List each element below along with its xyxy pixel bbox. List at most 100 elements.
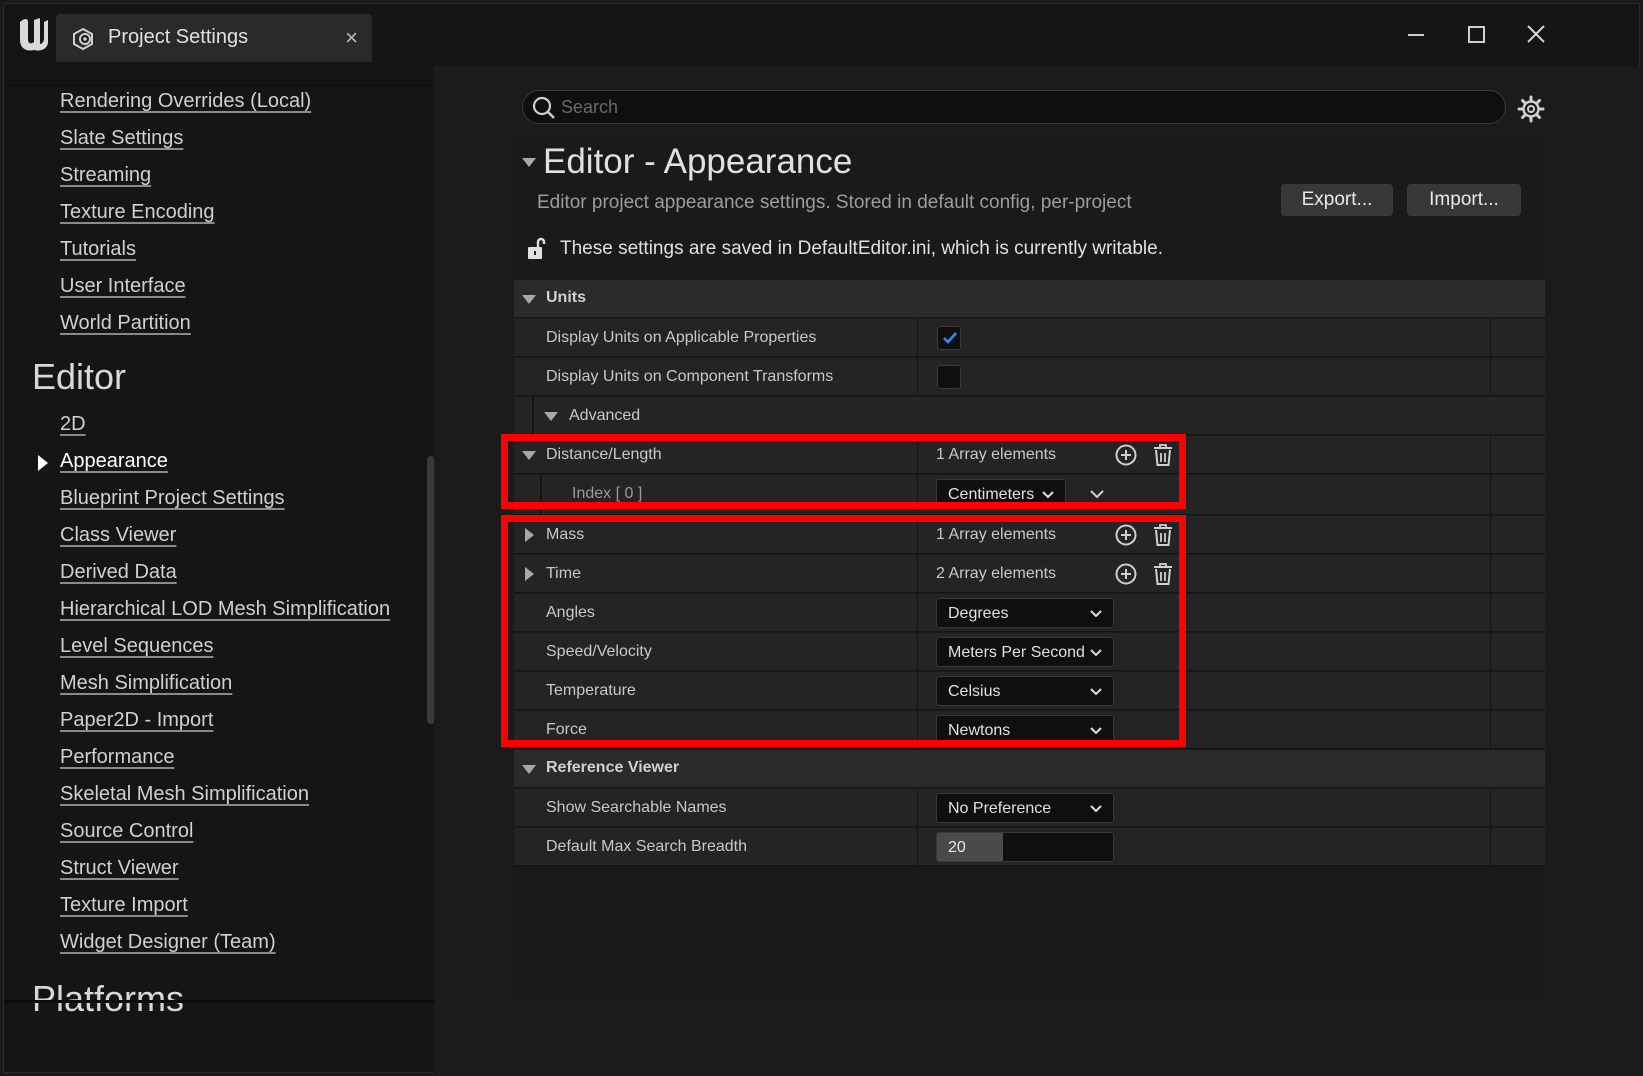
details-panel: Editor - Appearance Editor project appea… — [476, 66, 1641, 1074]
sidebar-item-appearance[interactable]: Appearance — [60, 450, 168, 473]
property-row-angles: Angles Degrees — [514, 594, 1545, 632]
chevron-down-icon[interactable] — [522, 295, 536, 304]
chevron-right-icon[interactable] — [525, 567, 534, 581]
search-input[interactable] — [561, 91, 1491, 123]
category-units[interactable]: Units — [514, 280, 1545, 318]
show-searchable-names-dropdown[interactable]: No Preference — [936, 793, 1114, 823]
force-dropdown[interactable]: Newtons — [936, 715, 1114, 745]
splitter[interactable] — [434, 66, 476, 1074]
property-row-time: Time 2 Array elements — [514, 555, 1545, 593]
add-element-icon[interactable] — [1114, 443, 1138, 467]
dropdown-value: Newtons — [948, 722, 1011, 739]
trash-icon[interactable] — [1151, 443, 1175, 467]
sidebar-item-texture-encoding[interactable]: Texture Encoding — [60, 201, 215, 224]
sidebar-section-platforms: Platforms — [32, 978, 185, 1019]
chevron-down-icon[interactable] — [522, 765, 536, 774]
sidebar-item-mesh-simplification[interactable]: Mesh Simplification — [60, 672, 232, 695]
angles-dropdown[interactable]: Degrees — [936, 598, 1114, 628]
sidebar-item-performance[interactable]: Performance — [60, 746, 175, 769]
chevron-right-icon[interactable] — [525, 528, 534, 542]
chevron-down-icon — [1090, 610, 1102, 618]
sidebar-item-class-viewer[interactable]: Class Viewer — [60, 524, 176, 547]
import-button[interactable]: Import... — [1407, 184, 1521, 216]
minimize-button[interactable] — [1396, 18, 1436, 52]
property-label: Display Units on Applicable Properties — [546, 329, 817, 346]
property-label: Display Units on Component Transforms — [546, 368, 834, 385]
sidebar-item-paper2d-import[interactable]: Paper2D - Import — [60, 709, 213, 732]
gear-icon[interactable] — [1516, 94, 1546, 124]
maximize-button[interactable] — [1456, 18, 1496, 52]
array-count: 2 Array elements — [936, 565, 1057, 582]
sidebar-item-blueprint-project-settings[interactable]: Blueprint Project Settings — [60, 487, 285, 510]
display-units-applicable-checkbox[interactable] — [937, 326, 961, 350]
page-title: Editor - Appearance — [543, 142, 853, 181]
sidebar-item-widget-designer-team[interactable]: Widget Designer (Team) — [60, 931, 276, 954]
project-settings-window: Project Settings × Rendering Overrides (… — [3, 3, 1641, 1074]
temperature-dropdown[interactable]: Celsius — [936, 676, 1114, 706]
sidebar-item-streaming[interactable]: Streaming — [60, 164, 151, 187]
display-units-transforms-checkbox[interactable] — [937, 365, 961, 389]
max-search-breadth-spinbox[interactable]: 20 — [936, 832, 1114, 862]
sidebar-item-level-sequences[interactable]: Level Sequences — [60, 635, 213, 658]
category-label: Reference Viewer — [546, 759, 680, 776]
property-label: Temperature — [546, 682, 636, 699]
chevron-down-icon[interactable] — [544, 412, 558, 421]
property-row-mass: Mass 1 Array elements — [514, 516, 1545, 554]
distance-unit-dropdown[interactable]: Centimeters — [936, 479, 1066, 509]
element-options-chevron-icon[interactable] — [1089, 486, 1105, 502]
property-label: Time — [546, 565, 581, 582]
dropdown-value: Centimeters — [948, 486, 1035, 503]
sidebar-item-rendering-overrides[interactable]: Rendering Overrides (Local) — [60, 90, 311, 113]
advanced-row[interactable]: Advanced — [514, 397, 1545, 435]
chevron-down-icon — [1090, 649, 1102, 657]
sidebar-item-source-control[interactable]: Source Control — [60, 820, 193, 843]
search-box[interactable] — [522, 90, 1506, 124]
sidebar-item-2d[interactable]: 2D — [60, 413, 86, 436]
property-row-index-0: Index [ 0 ] Centimeters — [514, 475, 1545, 515]
sidebar-item-skeletal-mesh-simplification[interactable]: Skeletal Mesh Simplification — [60, 783, 309, 806]
sidebar-item-user-interface[interactable]: User Interface — [60, 275, 186, 298]
sidebar-item-slate-settings[interactable]: Slate Settings — [60, 127, 183, 150]
sidebar-item-texture-import[interactable]: Texture Import — [60, 894, 188, 917]
unlocked-icon — [526, 236, 550, 262]
property-label: Default Max Search Breadth — [546, 838, 747, 855]
config-writable-note: These settings are saved in DefaultEdito… — [560, 238, 1163, 259]
category-label: Units — [546, 289, 586, 306]
property-label: Speed/Velocity — [546, 643, 652, 660]
property-row-force: Force Newtons — [514, 711, 1545, 749]
property-label: Force — [546, 721, 587, 738]
settings-sidebar: Rendering Overrides (Local) Slate Settin… — [4, 84, 434, 1052]
tab-close-button[interactable]: × — [345, 25, 358, 51]
checkmark-icon — [943, 332, 957, 344]
chevron-down-icon — [1090, 727, 1102, 735]
sidebar-item-tutorials[interactable]: Tutorials — [60, 238, 136, 261]
tab-project-settings[interactable]: Project Settings × — [56, 14, 372, 62]
sidebar-item-derived-data[interactable]: Derived Data — [60, 561, 177, 584]
add-element-icon[interactable] — [1114, 523, 1138, 547]
settings-cube-icon — [70, 26, 96, 52]
title-bar: Project Settings × — [4, 4, 1639, 66]
close-window-button[interactable] — [1516, 18, 1556, 52]
property-label: Angles — [546, 604, 595, 621]
property-row-default-max-search-breadth: Default Max Search Breadth 20 — [514, 828, 1545, 866]
category-reference-viewer[interactable]: Reference Viewer — [514, 750, 1545, 788]
property-row-temperature: Temperature Celsius — [514, 672, 1545, 710]
sidebar-section-editor: Editor — [32, 356, 127, 397]
sidebar-item-hlod-mesh-simplification[interactable]: Hierarchical LOD Mesh Simplification — [60, 598, 390, 621]
speed-velocity-dropdown[interactable]: Meters Per Second — [936, 637, 1114, 667]
add-element-icon[interactable] — [1114, 562, 1138, 586]
export-button[interactable]: Export... — [1281, 184, 1393, 216]
collapse-page-icon[interactable] — [522, 158, 536, 167]
property-label: Show Searchable Names — [546, 799, 727, 816]
property-label: Mass — [546, 526, 585, 543]
chevron-down-icon[interactable] — [522, 451, 536, 460]
trash-icon[interactable] — [1151, 562, 1175, 586]
property-row-distance-length: Distance/Length 1 Array elements — [514, 436, 1545, 474]
trash-icon[interactable] — [1151, 523, 1175, 547]
sidebar-item-world-partition[interactable]: World Partition — [60, 312, 191, 335]
property-label: Distance/Length — [546, 446, 662, 463]
property-row-speed-velocity: Speed/Velocity Meters Per Second — [514, 633, 1545, 671]
spinbox-fill — [937, 833, 1003, 861]
sidebar-item-struct-viewer[interactable]: Struct Viewer — [60, 857, 179, 880]
page-description: Editor project appearance settings. Stor… — [537, 192, 1132, 213]
